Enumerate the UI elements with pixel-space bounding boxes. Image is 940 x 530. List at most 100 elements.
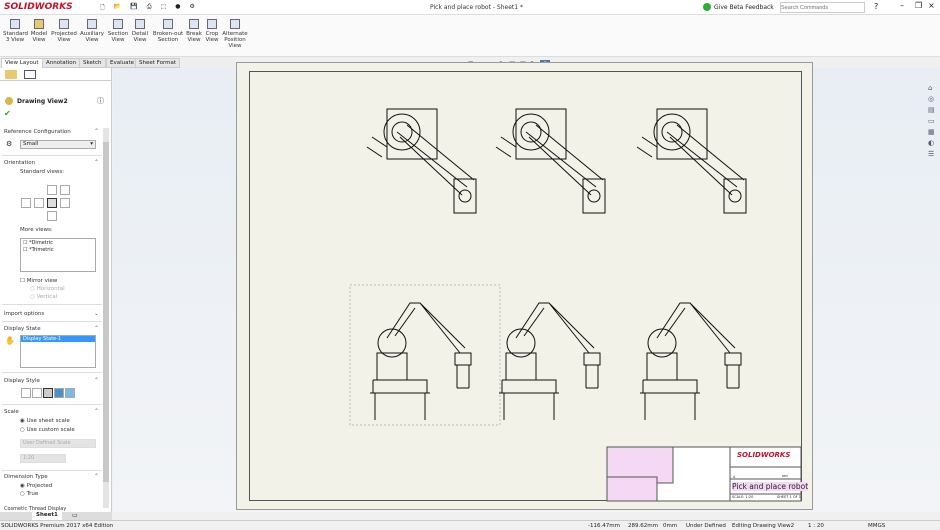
- tab-evaluate[interactable]: Evaluate: [106, 58, 139, 68]
- model-view-icon: [34, 19, 44, 29]
- alternate-position-view-button[interactable]: Alternate Position View: [221, 19, 249, 49]
- section-view-button[interactable]: Section View: [107, 19, 129, 43]
- display-state-icon: ✋: [5, 336, 15, 345]
- use-custom-scale-radio[interactable]: ○ Use custom scale: [20, 427, 75, 433]
- command-tabs: View Layout Annotation Sketch Evaluate S…: [0, 57, 236, 68]
- custom-properties-icon[interactable]: ☰: [928, 150, 938, 158]
- shaded-with-edges-button[interactable]: [54, 388, 64, 398]
- right-view-button[interactable]: [47, 198, 57, 208]
- tab-view-layout[interactable]: View Layout: [1, 58, 43, 68]
- more-views-list[interactable]: ☐ *Dimetric ☐ *Trimetric: [20, 238, 96, 272]
- isometric-view-button[interactable]: [60, 185, 70, 195]
- help-button[interactable]: ?: [874, 2, 878, 11]
- projected-view-button[interactable]: Projected View: [51, 19, 77, 43]
- left-view-button[interactable]: [21, 198, 31, 208]
- front-view-3[interactable]: [639, 302, 742, 421]
- front-view-button[interactable]: [34, 198, 44, 208]
- close-button[interactable]: ×: [928, 1, 935, 10]
- give-feedback-link[interactable]: Give Beta Feedback: [714, 4, 774, 11]
- scale-value-input: 1:20: [20, 454, 66, 463]
- hidden-lines-removed-button[interactable]: [43, 388, 53, 398]
- sheet-scale[interactable]: 1 : 20: [808, 523, 824, 529]
- quick-access-toolbar: 🗋 📂 💾 ⎙ ⬚ ● ⚙: [100, 3, 250, 12]
- back-view-button[interactable]: [60, 198, 70, 208]
- display-style-buttons: [21, 388, 75, 398]
- add-sheet-icon[interactable]: ▭: [72, 512, 78, 519]
- shaded-button[interactable]: [65, 388, 75, 398]
- top-view-1[interactable]: [366, 108, 477, 214]
- titleblock-logo: SOLIDWORKS: [737, 451, 791, 459]
- broken-out-section-button[interactable]: Broken-out Section: [152, 19, 184, 43]
- rev-label: REV: [782, 474, 789, 478]
- front-view-1[interactable]: [369, 302, 472, 421]
- tab-sheet-format[interactable]: Sheet Format: [135, 58, 181, 68]
- home-icon[interactable]: ⌂: [928, 84, 938, 92]
- panel-scrollbar[interactable]: [103, 128, 109, 508]
- crop-view-button[interactable]: Crop View: [204, 19, 220, 43]
- drawing-view-icon: [5, 97, 13, 105]
- collapse-icon[interactable]: ⌃: [94, 325, 99, 332]
- crop-view-icon: [207, 19, 217, 29]
- property-manager-tab-icon[interactable]: [5, 70, 17, 79]
- hidden-lines-visible-button[interactable]: [32, 388, 42, 398]
- mirror-view-checkbox[interactable]: ☐ Mirror view: [20, 278, 57, 284]
- sheet1-tab[interactable]: Sheet1: [32, 512, 62, 520]
- restore-button[interactable]: ❐: [915, 1, 922, 10]
- collapse-icon[interactable]: ⌃: [94, 377, 99, 384]
- use-sheet-scale-radio[interactable]: ◉ Use sheet scale: [20, 418, 70, 424]
- tab-sketch[interactable]: Sketch: [79, 58, 106, 68]
- unit-system[interactable]: MMGS: [868, 523, 885, 529]
- help-icon[interactable]: ⓘ: [97, 96, 104, 106]
- bottom-view-button[interactable]: [47, 211, 57, 221]
- top-view-button[interactable]: [47, 185, 57, 195]
- rebuild-icon[interactable]: ●: [175, 3, 180, 12]
- collapse-icon[interactable]: ⌃: [94, 473, 99, 480]
- section-view-icon: [113, 19, 123, 29]
- feature-tree-tab-icon[interactable]: [24, 70, 36, 79]
- open-icon[interactable]: 📂: [114, 3, 121, 12]
- tab-annotation[interactable]: Annotation: [42, 58, 81, 68]
- projected-radio[interactable]: ◉ Projected: [20, 483, 52, 489]
- orientation-heading: Orientation: [4, 160, 36, 166]
- dimetric-item[interactable]: ☐ *Dimetric: [21, 239, 95, 247]
- broken-out-section-icon: [163, 19, 173, 29]
- top-view-2[interactable]: [495, 108, 606, 214]
- collapse-icon[interactable]: ⌃: [94, 128, 99, 135]
- auxiliary-view-button[interactable]: Auxiliary View: [79, 19, 105, 43]
- drawing-sheet[interactable]: SOLIDWORKS Pick and place robot REV SCAL…: [236, 62, 813, 510]
- library-icon[interactable]: ▤: [928, 106, 938, 114]
- save-icon[interactable]: 💾: [130, 3, 137, 12]
- status-bar: SOLIDWORKS Premium 2017 x64 Edition -116…: [0, 520, 940, 530]
- display-state-item[interactable]: Display State-1: [21, 336, 95, 342]
- print-icon[interactable]: ⎙: [147, 3, 152, 12]
- ok-checkmark-icon[interactable]: ✔: [4, 109, 11, 118]
- model-view-button[interactable]: Model View: [30, 19, 48, 43]
- front-view-2[interactable]: [498, 302, 601, 421]
- search-commands-input[interactable]: [780, 2, 865, 13]
- top-view-3[interactable]: [636, 108, 747, 214]
- break-view-button[interactable]: Break View: [185, 19, 203, 43]
- expand-icon[interactable]: ⌄: [94, 310, 99, 317]
- minimize-button[interactable]: –: [900, 1, 904, 10]
- collapse-icon[interactable]: ⌃: [94, 408, 99, 415]
- collapse-icon[interactable]: ⌃: [94, 159, 99, 166]
- file-explorer-icon[interactable]: ▭: [928, 117, 938, 125]
- trimetric-item[interactable]: ☐ *Trimetric: [21, 247, 95, 253]
- detail-view-button[interactable]: Detail View: [131, 19, 149, 43]
- standard-3-view-icon: [10, 19, 20, 29]
- options-icon[interactable]: ⚙: [190, 3, 195, 12]
- import-options-heading[interactable]: Import options: [4, 311, 44, 317]
- view-palette-icon[interactable]: ▦: [928, 128, 938, 136]
- display-state-list[interactable]: Display State-1: [20, 335, 96, 368]
- appearances-icon[interactable]: ◐: [928, 139, 938, 147]
- wireframe-button[interactable]: [21, 388, 31, 398]
- standard-3-view-button[interactable]: Standard 3 View: [3, 19, 28, 43]
- select-icon[interactable]: ⬚: [161, 3, 167, 12]
- new-icon[interactable]: 🗋: [100, 3, 105, 12]
- configuration-dropdown[interactable]: Small ▾: [20, 140, 96, 149]
- property-manager: Drawing View2 ⓘ ✔ Reference Configuratio…: [0, 68, 112, 512]
- editing-status: Editing Drawing View2: [732, 523, 795, 529]
- true-radio[interactable]: ○ True: [20, 491, 38, 497]
- resources-icon[interactable]: ◎: [928, 95, 938, 103]
- display-style-heading: Display Style: [4, 378, 40, 384]
